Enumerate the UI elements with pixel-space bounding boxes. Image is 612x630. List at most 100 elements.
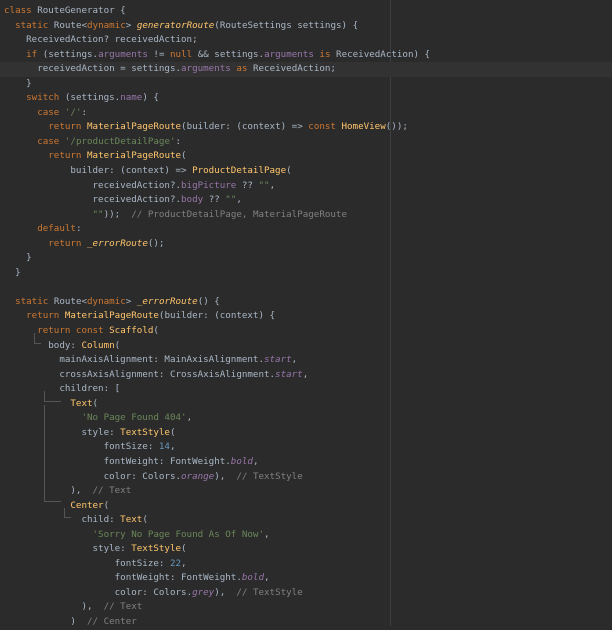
code-token: : [175,135,182,147]
code-token: '/productDetailPage' [64,135,176,147]
code-line[interactable]: fontSize: 14, [4,440,612,455]
code-token: as [236,63,248,75]
code-token: , [186,412,193,424]
code-token: , [291,354,298,366]
code-token: ), [4,601,104,613]
code-token: null [170,48,193,60]
code-token: ), [214,470,237,482]
code-token: (RouteSettings settings) { [214,19,359,31]
code-token: color: Colors. [4,470,182,482]
code-token: crossAxisAlignment: CrossAxisAlignment. [4,368,276,380]
code-line[interactable]: case '/productDetailPage': [4,135,612,150]
code-token: ( [169,426,176,438]
code-line[interactable]: crossAxisAlignment: CrossAxisAlignment.s… [4,368,612,383]
code-token: "" [258,179,270,191]
code-token: TextStyle [131,543,182,555]
code-line[interactable]: fontWeight: FontWeight.bold, [4,455,612,470]
code-token: mainAxisAlignment: MainAxisAlignment. [4,354,264,366]
code-line[interactable]: Center( [4,499,612,514]
code-line[interactable]: return MaterialPageRoute(builder: (conte… [4,309,612,324]
code-line[interactable]: receivedAction?.body ?? "", [4,193,612,208]
code-line[interactable]: } [4,251,612,266]
code-token: ) [4,615,87,627]
code-token: MaterialPageRoute [87,150,182,162]
code-token: return [26,310,65,322]
code-token: return const [37,325,110,337]
code-line[interactable]: fontWeight: FontWeight.bold, [4,571,612,586]
code-token: return [48,121,87,133]
code-line[interactable]: switch (settings.name) { [4,91,612,106]
code-line[interactable]: ) // Center [4,615,612,630]
code-token: ( [114,339,121,351]
code-line[interactable]: case '/': [4,106,612,121]
code-line[interactable]: ), // Text [4,600,612,615]
code-token: // Text [103,601,143,613]
code-token: ReceivedAction? receivedAction; [4,34,198,46]
code-token: 14 [158,441,170,453]
code-token: , [264,572,270,584]
code-line[interactable]: style: TextStyle( [4,426,612,441]
code-token: dynamic [87,295,126,307]
code-line[interactable]: class RouteGenerator { [4,4,612,19]
code-token: ( [153,325,159,337]
code-line[interactable]: return _errorRoute(); [4,237,612,252]
code-line[interactable]: receivedAction = settings.arguments as R… [0,62,612,77]
code-token: : [81,106,88,118]
code-line[interactable]: fontSize: 22, [4,557,612,572]
code-line[interactable]: color: Colors.orange), // TextStyle [4,470,612,485]
code-line[interactable]: default: [4,222,612,237]
code-line[interactable]: ), // Text [4,484,612,499]
code-token: ( [181,543,187,555]
code-token: , [302,368,309,380]
code-token: , [169,441,176,453]
code-token: body [181,194,204,206]
code-line[interactable]: ReceivedAction? receivedAction; [4,33,612,48]
code-token: default [37,223,76,235]
code-line[interactable]: receivedAction?.bigPicture ?? "", [4,179,612,194]
code-token: != [147,48,171,60]
code-line[interactable]: Text( [4,397,612,412]
code-token: bigPicture [181,179,237,191]
code-token: (builder: (context) => [181,121,309,133]
code-line[interactable]: body: Column( [4,339,612,354]
code-token: "" [92,208,104,220]
code-token: , [181,557,187,569]
code-token: static [15,295,54,307]
code-line[interactable]: } [4,266,612,281]
code-line[interactable]: color: Colors.grey), // TextStyle [4,586,612,601]
code-token: name [120,92,143,104]
code-line[interactable]: builder: (context) => ProductDetailPage( [4,164,612,179]
code-line[interactable]: child: Text( [4,513,612,528]
code-line[interactable]: 'Sorry No Page Found As Of Now', [4,528,612,543]
code-token: Scaffold [109,325,154,337]
code-line[interactable]: style: TextStyle( [4,542,612,557]
code-line[interactable]: "")); // ProductDetailPage, MaterialPage… [4,208,612,223]
code-line[interactable]: return const Scaffold( [4,324,612,339]
code-line[interactable]: 'No Page Found 404', [4,411,612,426]
code-token: Center [70,499,104,511]
code-line[interactable]: } [4,77,612,92]
code-token: , [269,179,276,191]
code-token: return [48,150,87,162]
code-token: (settings. [64,92,121,104]
code-token: fontSize: [4,557,170,569]
code-line[interactable]: return MaterialPageRoute(builder: (conte… [4,120,612,135]
code-token: case [37,106,65,118]
code-token: (builder: (context) { [158,310,276,322]
code-line[interactable] [4,280,612,295]
code-token: grey [192,586,215,598]
code-line[interactable]: children: [ [4,382,612,397]
code-token: MaterialPageRoute [87,121,182,133]
code-token: ?? [236,179,259,191]
code-token: Route< [53,19,88,31]
code-line[interactable]: static Route<dynamic> _errorRoute() { [4,295,612,310]
code-line[interactable]: mainAxisAlignment: MainAxisAlignment.sta… [4,353,612,368]
code-editor[interactable]: ● class RouteGenerator { static Route<dy… [0,0,612,627]
code-line[interactable]: static Route<dynamic> generatorRoute(Rou… [4,19,612,34]
code-line[interactable]: if (settings.arguments != null && settin… [4,48,612,63]
code-line[interactable]: return MaterialPageRoute( [4,149,612,164]
code-token: ), [214,586,237,598]
